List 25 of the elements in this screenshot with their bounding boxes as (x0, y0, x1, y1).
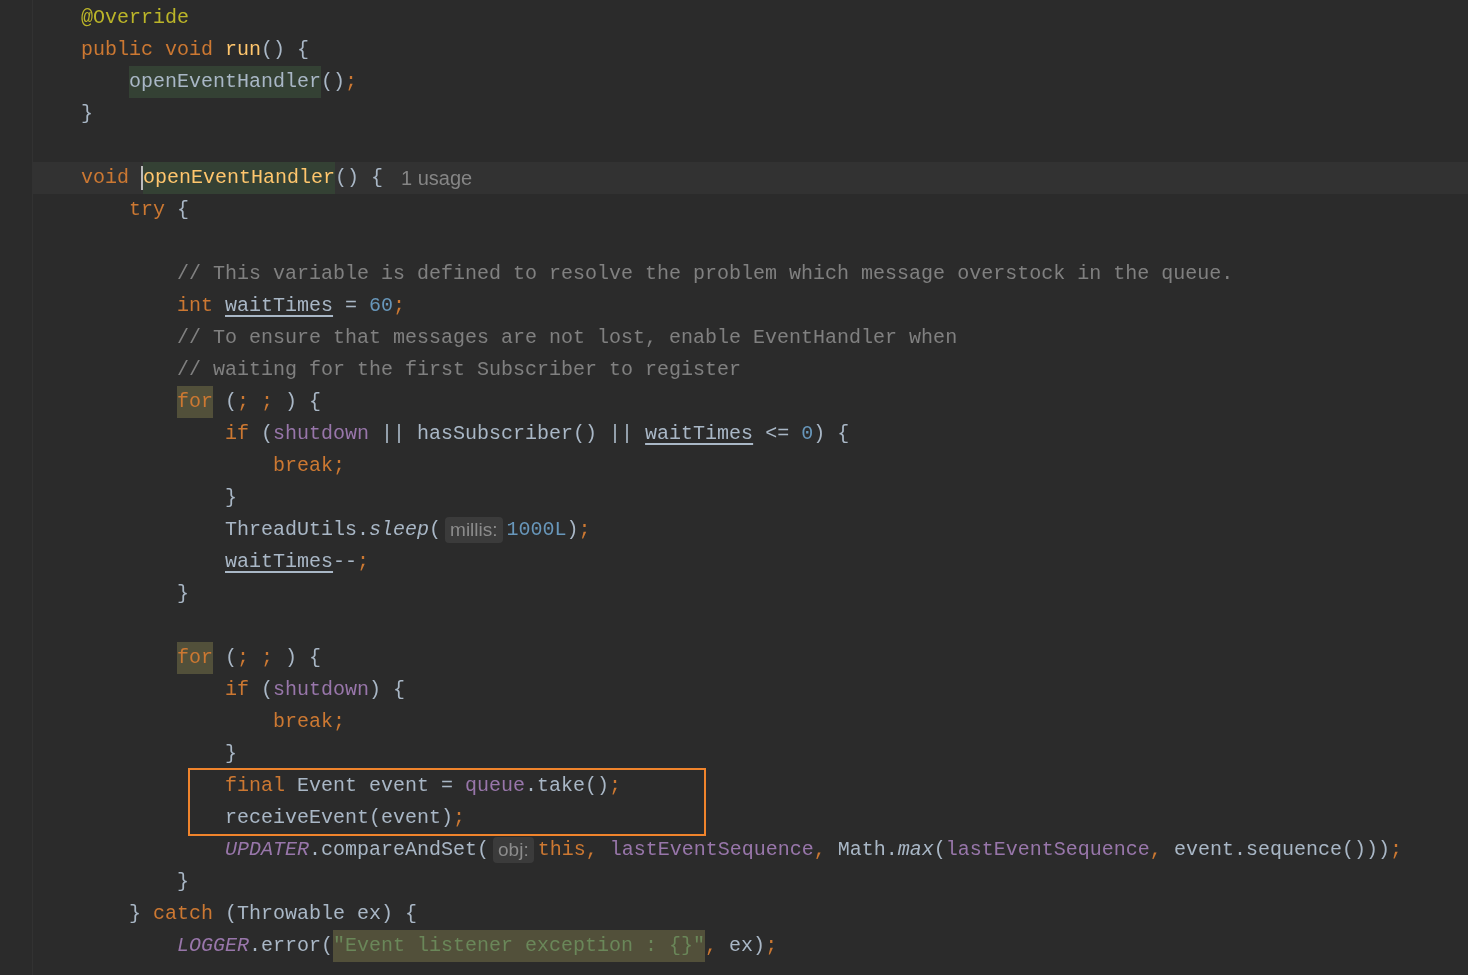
code-line: openEventHandler(); (33, 66, 1468, 98)
code-line: if (shutdown || hasSubscriber() || waitTimes <= 0) { (224, 421, 851, 447)
code-line: } catch (Throwable ex) { (128, 901, 419, 927)
code-line: } (80, 101, 94, 127)
code-line: receiveEvent(event); (224, 805, 467, 831)
code-line: } (224, 741, 238, 767)
code-line: try { (128, 197, 191, 223)
code-line: } (224, 485, 238, 511)
code-line: waitTimes--; (224, 549, 371, 575)
code-line: if (shutdown) { (224, 677, 407, 703)
code-line: @Override (80, 5, 191, 31)
code-line: // This variable is defined to resolve the problem which message overstock in the queue. (176, 261, 1235, 287)
code-line: // waiting for the first Subscriber to register (176, 357, 743, 383)
code-line: } (176, 869, 190, 895)
code-line: // To ensure that messages are not lost, enable EventHandler when (176, 325, 959, 351)
code-line: break; (272, 709, 346, 735)
code-line: final Event event = queue.take(); (224, 773, 623, 799)
code-line: public void run() { (80, 37, 311, 63)
code-line: int waitTimes = 60; (176, 293, 407, 319)
code-line: ThreadUtils.sleep( millis: 1000L); (224, 516, 592, 545)
code-line: break; (272, 453, 346, 479)
code-line: for (; ; ) { (33, 642, 1468, 674)
code-line: for (; ; ) { (33, 386, 1468, 418)
code-line: UPDATER.compareAndSet( obj: this, lastEventSequence, Math.max(lastEventSequence, event.sequence())); (224, 836, 1403, 865)
code-line: } (176, 581, 190, 607)
